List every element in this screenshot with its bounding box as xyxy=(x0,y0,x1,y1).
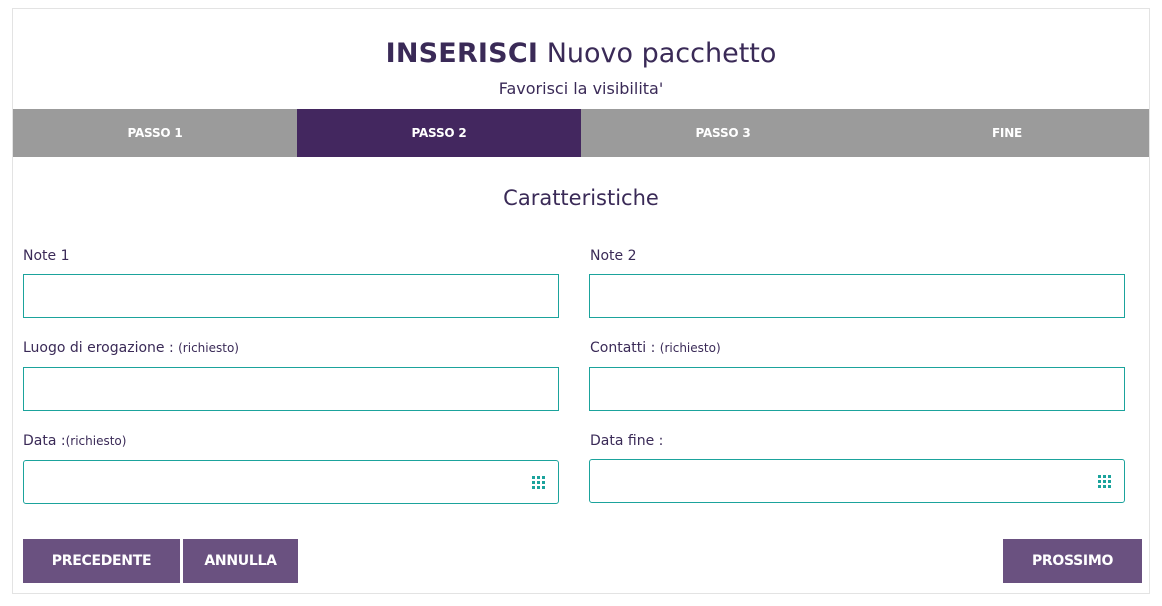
step-2[interactable]: PASSO 2 xyxy=(297,109,581,157)
page-title: INSERISCI Nuovo pacchetto xyxy=(13,37,1149,71)
data-fine-label: Data fine : xyxy=(590,433,664,449)
form-card: INSERISCI Nuovo pacchetto Favorisci la v… xyxy=(12,8,1150,594)
contatti-required-hint: (richiesto) xyxy=(659,341,721,355)
luogo-required-hint: (richiesto) xyxy=(178,341,239,355)
note1-label: Note 1 xyxy=(23,248,70,264)
data-label: Data :(richiesto) xyxy=(23,432,126,450)
next-button[interactable]: PROSSIMO xyxy=(1003,539,1142,583)
cancel-button[interactable]: ANNULLA xyxy=(183,539,298,583)
page-title-rest: Nuovo pacchetto xyxy=(546,38,777,69)
note2-input[interactable] xyxy=(590,275,1124,317)
step-3-label: PASSO 3 xyxy=(695,126,751,140)
page-subtitle: Favorisci la visibilita' xyxy=(498,79,664,98)
luogo-input[interactable] xyxy=(24,368,558,410)
data-field[interactable] xyxy=(23,460,559,504)
step-end[interactable]: FINE xyxy=(865,109,1149,157)
section-title: Caratteristiche xyxy=(503,186,659,210)
data-required-hint: (richiesto) xyxy=(65,434,127,448)
data-input[interactable] xyxy=(24,461,558,503)
calendar-grid-icon[interactable] xyxy=(1098,475,1111,488)
step-1-label: PASSO 1 xyxy=(127,126,183,140)
contatti-input[interactable] xyxy=(590,368,1124,410)
contatti-field[interactable] xyxy=(589,367,1125,411)
note2-field[interactable] xyxy=(589,274,1125,318)
note1-field[interactable] xyxy=(23,274,559,318)
data-fine-input[interactable] xyxy=(590,460,1124,502)
previous-button[interactable]: PRECEDENTE xyxy=(23,539,180,583)
data-fine-field[interactable] xyxy=(589,459,1125,503)
page-title-strong: INSERISCI xyxy=(385,38,539,69)
luogo-field[interactable] xyxy=(23,367,559,411)
data-label-text: Data : xyxy=(23,433,66,449)
calendar-grid-icon[interactable] xyxy=(532,476,545,489)
note1-input[interactable] xyxy=(24,275,558,317)
note2-label: Note 2 xyxy=(590,248,637,264)
step-end-label: FINE xyxy=(991,126,1023,140)
luogo-label-text: Luogo di erogazione : xyxy=(23,340,174,356)
step-2-label: PASSO 2 xyxy=(411,126,467,140)
contatti-label: Contatti : (richiesto) xyxy=(590,339,721,357)
contatti-label-text: Contatti : xyxy=(590,340,656,356)
step-1[interactable]: PASSO 1 xyxy=(13,109,297,157)
luogo-label: Luogo di erogazione : (richiesto) xyxy=(23,339,239,357)
wizard-steps: PASSO 1 PASSO 2 PASSO 3 FINE xyxy=(13,109,1149,157)
step-3[interactable]: PASSO 3 xyxy=(581,109,865,157)
